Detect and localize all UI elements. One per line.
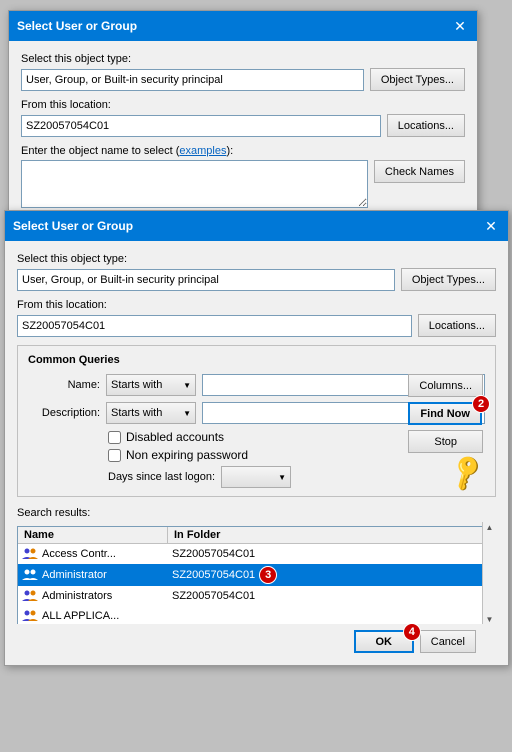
dialog-1-object-name-textarea[interactable] bbox=[21, 160, 368, 208]
common-queries-section: Common Queries Name: Starts with ▼ Descr… bbox=[17, 345, 496, 497]
common-queries-title: Common Queries bbox=[28, 354, 485, 366]
result-name: Administrator bbox=[42, 569, 107, 581]
col-folder-header: In Folder bbox=[168, 527, 495, 543]
table-row[interactable]: Access Contr... SZ20057054C01 bbox=[18, 544, 495, 564]
dialog-1-locations-button[interactable]: Locations... bbox=[387, 114, 465, 137]
search-results-label: Search results: bbox=[17, 507, 90, 519]
dialog-2-locations-button[interactable]: Locations... bbox=[418, 314, 496, 337]
description-dropdown-chevron: ▼ bbox=[183, 409, 191, 418]
scroll-down-arrow[interactable]: ▼ bbox=[486, 615, 494, 624]
result-name-cell: Administrator bbox=[18, 566, 168, 584]
right-buttons: Columns... Find Now 2 Stop bbox=[408, 374, 483, 453]
dialog-2-title-bar: Select User or Group ✕ bbox=[5, 211, 508, 241]
results-container: Name In Folder Access Contr... SZ20057054… bbox=[17, 522, 496, 624]
result-name-cell: Access Contr... bbox=[18, 545, 168, 563]
name-dropdown-chevron: ▼ bbox=[183, 381, 191, 390]
dialog-1-close-button[interactable]: ✕ bbox=[451, 17, 469, 35]
dialog-1-location-input[interactable] bbox=[21, 115, 381, 137]
key-icon-container: 🔑 bbox=[451, 457, 483, 488]
dialog-2-object-type-label: Select this object type: bbox=[17, 253, 496, 265]
disabled-accounts-checkbox[interactable] bbox=[108, 431, 121, 444]
dialog-2-cancel-button[interactable]: Cancel bbox=[420, 630, 476, 653]
user-group-icon bbox=[22, 546, 38, 562]
dialog-1-title: Select User or Group bbox=[17, 19, 137, 33]
result-name: ALL APPLICA... bbox=[42, 610, 119, 622]
results-rows: Access Contr... SZ20057054C01 Administrat… bbox=[18, 544, 495, 624]
columns-button[interactable]: Columns... bbox=[408, 374, 483, 397]
badge-4: 4 bbox=[403, 623, 421, 641]
dialog-1-title-bar: Select User or Group ✕ bbox=[9, 11, 477, 41]
dialog-2-title: Select User or Group bbox=[13, 219, 133, 233]
user-group-icon bbox=[22, 608, 38, 624]
dialog-1-object-type-label: Select this object type: bbox=[21, 53, 465, 65]
dialog-1-object-types-button[interactable]: Object Types... bbox=[370, 68, 465, 91]
result-folder-cell: SZ20057054C01 bbox=[168, 589, 495, 603]
result-name-cell: Administrators bbox=[18, 587, 168, 605]
ok-wrapper: OK 4 bbox=[354, 630, 414, 653]
disabled-accounts-label: Disabled accounts bbox=[126, 430, 224, 444]
result-name-cell: ALL APPLICA... bbox=[18, 607, 168, 624]
find-now-button[interactable]: Find Now bbox=[408, 402, 482, 425]
result-folder-cell: SZ20057054C01 bbox=[168, 547, 495, 561]
bottom-buttons: OK 4 Cancel bbox=[17, 630, 496, 653]
scroll-up-arrow[interactable]: ▲ bbox=[486, 523, 494, 532]
search-results-label-row: Search results: bbox=[17, 505, 496, 519]
results-header: Name In Folder bbox=[18, 527, 495, 544]
dialog-1-examples-link[interactable]: examples bbox=[179, 145, 226, 157]
result-folder-cell: SZ20057054C013 bbox=[168, 565, 495, 585]
name-dropdown[interactable]: Starts with ▼ bbox=[106, 374, 196, 396]
find-now-wrapper: Find Now 2 bbox=[408, 402, 483, 425]
dialog-1-object-name-label: Enter the object name to select (example… bbox=[21, 145, 465, 157]
table-row[interactable]: ALL APPLICA... bbox=[18, 606, 495, 624]
dialog-1-location-label: From this location: bbox=[21, 99, 465, 111]
logon-row: Days since last logon: ▼ bbox=[108, 466, 485, 488]
days-label: Days since last logon: bbox=[108, 471, 215, 483]
result-name: Administrators bbox=[42, 590, 112, 602]
description-dropdown-value: Starts with bbox=[111, 407, 162, 419]
name-dropdown-value: Starts with bbox=[111, 379, 162, 391]
stop-button[interactable]: Stop bbox=[408, 430, 483, 453]
dialog-2: Select User or Group ✕ Select this objec… bbox=[4, 210, 509, 666]
user-group-icon bbox=[22, 588, 38, 604]
dialog-2-location-label: From this location: bbox=[17, 299, 496, 311]
user-group-icon bbox=[22, 567, 38, 583]
dialog-1-check-names-button[interactable]: Check Names bbox=[374, 160, 465, 183]
description-label: Description: bbox=[28, 407, 100, 419]
non-expiring-label: Non expiring password bbox=[126, 448, 248, 462]
dialog-2-location-input[interactable] bbox=[17, 315, 412, 337]
days-dropdown[interactable]: ▼ bbox=[221, 466, 291, 488]
dialog-2-object-types-button[interactable]: Object Types... bbox=[401, 268, 496, 291]
table-row[interactable]: Administrator SZ20057054C013 bbox=[18, 564, 495, 586]
days-dropdown-chevron: ▼ bbox=[278, 473, 286, 482]
non-expiring-checkbox[interactable] bbox=[108, 449, 121, 462]
result-name: Access Contr... bbox=[42, 548, 116, 560]
badge-2: 2 bbox=[472, 395, 490, 413]
result-folder-cell bbox=[168, 615, 495, 617]
results-table: Name In Folder Access Contr... SZ20057054… bbox=[17, 526, 496, 624]
badge-3: 3 bbox=[259, 566, 277, 584]
col-name-header: Name bbox=[18, 527, 168, 543]
table-row[interactable]: Administrators SZ20057054C01 bbox=[18, 586, 495, 606]
scrollbar[interactable]: ▲ ▼ bbox=[482, 522, 496, 624]
name-label: Name: bbox=[28, 379, 100, 391]
dialog-1-object-type-input[interactable] bbox=[21, 69, 364, 91]
key-icon: 🔑 bbox=[445, 451, 489, 494]
description-dropdown[interactable]: Starts with ▼ bbox=[106, 402, 196, 424]
dialog-2-close-button[interactable]: ✕ bbox=[482, 217, 500, 235]
dialog-2-object-type-input[interactable] bbox=[17, 269, 395, 291]
